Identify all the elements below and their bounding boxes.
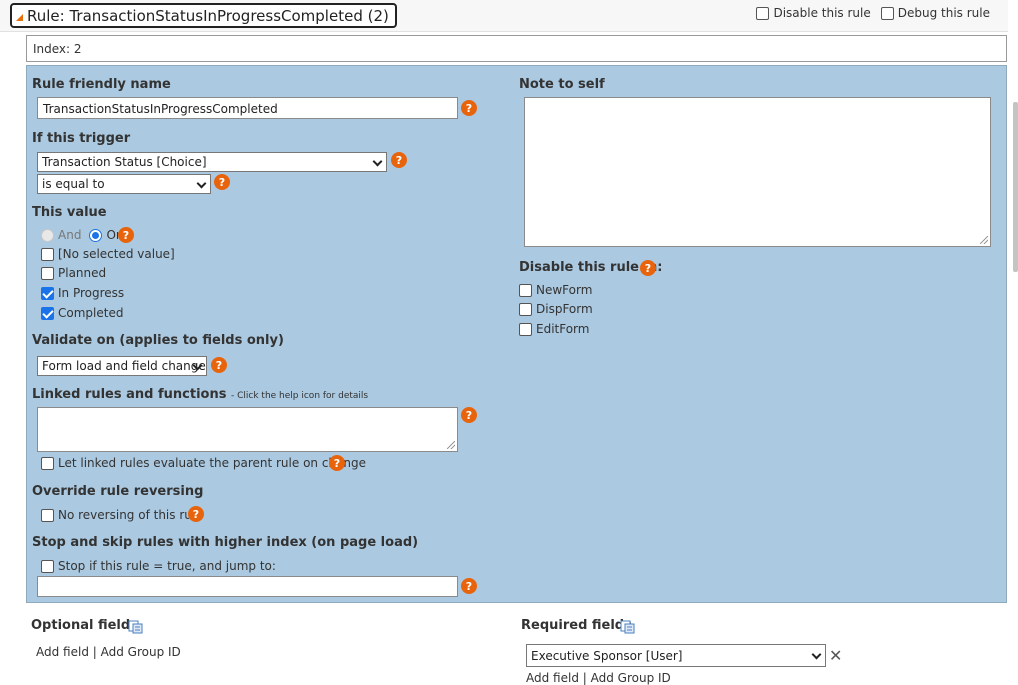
- required-fields-label: Required fields: [521, 618, 632, 633]
- chevron-down-icon: [811, 649, 822, 660]
- no-reversing-label: No reversing of this rule: [58, 508, 203, 522]
- or-radio[interactable]: [89, 228, 103, 242]
- remove-field-close-icon[interactable]: ✕: [829, 646, 842, 665]
- value-option-checkbox[interactable]: [41, 306, 54, 320]
- rule-header: Rule: TransactionStatusInProgressComplet…: [0, 0, 1008, 32]
- chevron-down-icon: [196, 178, 207, 189]
- disable-in-form-label: DispForm: [536, 302, 593, 316]
- rule-settings-panel: Rule friendly name TransactionStatusInPr…: [26, 65, 1007, 603]
- required-field-select[interactable]: Executive Sponsor [User]: [526, 644, 826, 667]
- value-option-planned[interactable]: Planned: [41, 266, 106, 280]
- linked-rules-textarea[interactable]: [37, 407, 458, 452]
- value-option-no-selected[interactable]: [No selected value]: [41, 247, 175, 261]
- rule-title-text: Rule: TransactionStatusInProgressComplet…: [27, 6, 389, 25]
- disable-rule-option[interactable]: Disable this rule: [756, 6, 871, 20]
- stop-rule-option[interactable]: Stop if this rule = true, and jump to:: [41, 559, 276, 573]
- collapse-caret-icon: [16, 13, 23, 21]
- disable-in-checkbox[interactable]: [519, 322, 532, 336]
- trigger-operator-value: is equal to: [42, 177, 105, 191]
- friendly-name-label: Rule friendly name: [32, 77, 171, 92]
- linked-rules-label: Linked rules and functions - Click the h…: [32, 387, 368, 402]
- and-radio[interactable]: [41, 228, 54, 242]
- copy-fields-icon[interactable]: [128, 620, 144, 634]
- note-textarea[interactable]: [524, 97, 991, 247]
- value-option-in-progress[interactable]: In Progress: [41, 286, 124, 300]
- optional-fields-links[interactable]: Add field | Add Group ID: [36, 645, 181, 659]
- disable-in-form-label: NewForm: [536, 283, 593, 297]
- value-option-checkbox[interactable]: [41, 286, 54, 300]
- value-option-checkbox[interactable]: [41, 247, 54, 261]
- debug-rule-option[interactable]: Debug this rule: [880, 6, 990, 20]
- validate-on-help-icon[interactable]: ?: [211, 357, 227, 373]
- rule-title-toggle[interactable]: Rule: TransactionStatusInProgressComplet…: [10, 3, 397, 28]
- trigger-field-value: Transaction Status [Choice]: [42, 155, 207, 169]
- required-fields-links[interactable]: Add field | Add Group ID: [526, 671, 671, 685]
- friendly-name-input[interactable]: TransactionStatusInProgressCompleted: [37, 97, 458, 119]
- validate-on-value: Form load and field change: [42, 359, 206, 373]
- trigger-operator-help-icon[interactable]: ?: [214, 174, 230, 190]
- linked-rules-hint: - Click the help icon for details: [231, 391, 369, 401]
- friendly-name-help-icon[interactable]: ?: [461, 100, 477, 116]
- resize-grip-icon[interactable]: [980, 236, 988, 244]
- note-label: Note to self: [519, 77, 605, 92]
- jump-to-input[interactable]: [37, 576, 458, 597]
- disable-in-checkbox[interactable]: [519, 283, 532, 297]
- rule-index: Index: 2: [26, 35, 1007, 62]
- disable-rule-label: Disable this rule: [773, 6, 871, 20]
- disable-rule-checkbox[interactable]: [756, 6, 770, 20]
- override-label: Override rule reversing: [32, 484, 204, 499]
- page-scrollbar[interactable]: [1013, 102, 1018, 272]
- trigger-field-help-icon[interactable]: ?: [391, 152, 407, 168]
- no-reversing-option[interactable]: No reversing of this rule: [41, 508, 203, 522]
- stop-skip-label: Stop and skip rules with higher index (o…: [32, 535, 419, 550]
- stop-rule-label: Stop if this rule = true, and jump to:: [58, 559, 276, 573]
- let-linked-eval-option[interactable]: Let linked rules evaluate the parent rul…: [41, 456, 366, 470]
- required-field-value: Executive Sponsor [User]: [531, 649, 683, 663]
- no-reversing-help-icon[interactable]: ?: [188, 506, 204, 522]
- and-radio-label: And: [58, 228, 82, 242]
- disable-in-dispform[interactable]: DispForm: [519, 302, 593, 316]
- value-option-label: Completed: [58, 306, 124, 320]
- trigger-operator-select[interactable]: is equal to: [37, 174, 211, 194]
- let-linked-eval-help-icon[interactable]: ?: [329, 455, 345, 471]
- validate-on-select[interactable]: Form load and field change: [37, 356, 207, 376]
- value-option-label: In Progress: [58, 286, 125, 300]
- trigger-field-select[interactable]: Transaction Status [Choice]: [37, 152, 387, 172]
- and-or-selector: And Or: [41, 228, 121, 242]
- linked-rules-title: Linked rules and functions: [32, 387, 227, 402]
- debug-rule-checkbox[interactable]: [880, 6, 894, 20]
- rule-header-options: Disable this rule Debug this rule: [756, 6, 990, 20]
- stop-rule-checkbox[interactable]: [41, 559, 54, 573]
- value-option-label: Planned: [58, 266, 107, 280]
- optional-fields-label: Optional fields: [31, 618, 138, 633]
- resize-grip-icon[interactable]: [447, 441, 455, 449]
- disable-in-newform[interactable]: NewForm: [519, 283, 592, 297]
- debug-rule-label: Debug this rule: [897, 6, 990, 20]
- and-or-help-icon[interactable]: ?: [118, 227, 134, 243]
- this-value-label: This value: [32, 205, 107, 220]
- value-option-completed[interactable]: Completed: [41, 306, 123, 320]
- value-option-label: [No selected value]: [58, 247, 175, 261]
- value-option-checkbox[interactable]: [41, 266, 54, 280]
- disable-in-help-icon[interactable]: ?: [640, 260, 656, 276]
- trigger-label: If this trigger: [32, 131, 131, 146]
- linked-rules-help-icon[interactable]: ?: [461, 407, 477, 423]
- disable-in-checkbox[interactable]: [519, 302, 532, 316]
- validate-on-label: Validate on (applies to fields only): [32, 333, 284, 348]
- disable-in-form-label: EditForm: [536, 322, 590, 336]
- disable-in-editform[interactable]: EditForm: [519, 322, 589, 336]
- chevron-down-icon: [372, 156, 383, 167]
- let-linked-eval-checkbox[interactable]: [41, 456, 54, 470]
- jump-to-help-icon[interactable]: ?: [461, 578, 477, 594]
- let-linked-eval-label: Let linked rules evaluate the parent rul…: [58, 456, 366, 470]
- copy-fields-icon[interactable]: [620, 620, 636, 634]
- no-reversing-checkbox[interactable]: [41, 508, 54, 522]
